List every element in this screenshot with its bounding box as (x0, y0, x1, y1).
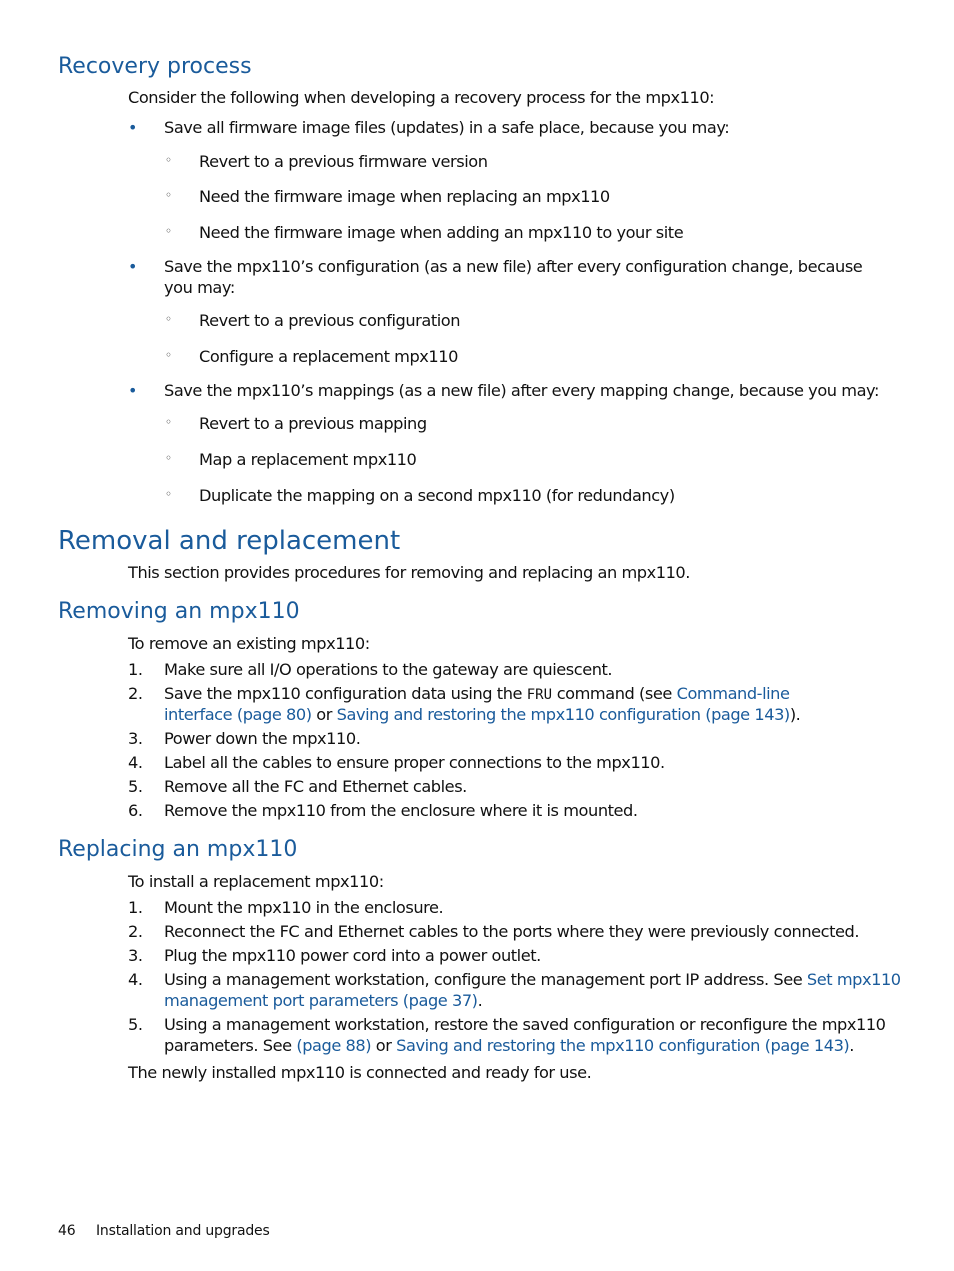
section-heading-replacing: Replacing an mpx110 (58, 837, 298, 862)
link-saving-restoring-config[interactable]: Saving and restoring the mpx110 configur… (337, 705, 791, 724)
removal-intro: This section provides procedures for rem… (128, 563, 690, 582)
step-text-continuation: parameters. See (page 88) or Saving and … (164, 1036, 854, 1055)
step-text: Using a management workstation, configur… (164, 970, 901, 989)
step-text: Save the mpx110 configuration data using… (164, 684, 790, 703)
sub-bullet-icon: ◦ (165, 451, 173, 465)
step-number: 5. (128, 1015, 143, 1034)
link-set-mgmt-port-params[interactable]: Set mpx110 (807, 970, 901, 989)
replacing-intro: To install a replacement mpx110: (128, 872, 384, 891)
sub-bullet-icon: ◦ (165, 312, 173, 326)
removing-intro: To remove an existing mpx110: (128, 634, 370, 653)
list-item: Save the mpx110’s configuration (as a ne… (164, 257, 863, 276)
step-text: Reconnect the FC and Ethernet cables to … (164, 922, 860, 941)
code-fru: FRU (526, 687, 553, 703)
step-number: 4. (128, 753, 143, 772)
step-number: 2. (128, 922, 143, 941)
bullet-icon: • (128, 257, 138, 276)
sub-list-item: Duplicate the mapping on a second mpx110… (199, 486, 675, 505)
step-number: 1. (128, 898, 143, 917)
sub-list-item: Configure a replacement mpx110 (199, 347, 458, 366)
link-command-line-interface-cont[interactable]: interface (page 80) (164, 705, 312, 724)
step-text: Using a management workstation, restore … (164, 1015, 886, 1034)
step-number: 5. (128, 777, 143, 796)
recovery-intro: Consider the following when developing a… (128, 88, 715, 107)
step-number: 6. (128, 801, 143, 820)
sub-list-item: Need the firmware image when replacing a… (199, 187, 610, 206)
link-saving-restoring-config[interactable]: Saving and restoring the mpx110 configur… (396, 1036, 850, 1055)
sub-list-item: Revert to a previous firmware version (199, 152, 488, 171)
sub-bullet-icon: ◦ (165, 224, 173, 238)
step-text: Remove all the FC and Ethernet cables. (164, 777, 467, 796)
list-item: Save the mpx110’s mappings (as a new fil… (164, 381, 880, 400)
sub-bullet-icon: ◦ (165, 348, 173, 362)
step-number: 2. (128, 684, 143, 703)
replacing-closing: The newly installed mpx110 is connected … (128, 1063, 592, 1082)
link-page-88[interactable]: (page 88) (296, 1036, 371, 1055)
chapter-title: Installation and upgrades (96, 1223, 270, 1239)
bullet-icon: • (128, 118, 138, 137)
sub-list-item: Revert to a previous mapping (199, 414, 427, 433)
page-number: 46 (58, 1223, 76, 1239)
step-text: Power down the mpx110. (164, 729, 361, 748)
sub-bullet-icon: ◦ (165, 188, 173, 202)
sub-list-item: Map a replacement mpx110 (199, 450, 417, 469)
section-heading-recovery-process: Recovery process (58, 54, 252, 79)
step-number: 3. (128, 729, 143, 748)
step-text-continuation: management port parameters (page 37). (164, 991, 483, 1010)
sub-bullet-icon: ◦ (165, 487, 173, 501)
step-text: Remove the mpx110 from the enclosure whe… (164, 801, 638, 820)
link-command-line-interface[interactable]: Command-line (677, 684, 790, 703)
section-heading-removing: Removing an mpx110 (58, 599, 300, 624)
sub-list-item: Need the firmware image when adding an m… (199, 223, 684, 242)
step-number: 3. (128, 946, 143, 965)
sub-bullet-icon: ◦ (165, 153, 173, 167)
step-text: Plug the mpx110 power cord into a power … (164, 946, 541, 965)
step-number: 4. (128, 970, 143, 989)
step-text: Make sure all I/O operations to the gate… (164, 660, 613, 679)
bullet-icon: • (128, 381, 138, 400)
step-text: Label all the cables to ensure proper co… (164, 753, 665, 772)
step-text: Mount the mpx110 in the enclosure. (164, 898, 444, 917)
list-item-continuation: you may: (164, 278, 235, 297)
step-text-continuation: interface (page 80) or Saving and restor… (164, 705, 801, 724)
link-set-mgmt-port-params-cont[interactable]: management port parameters (page 37) (164, 991, 478, 1010)
section-heading-removal-replacement: Removal and replacement (58, 526, 401, 556)
sub-list-item: Revert to a previous configuration (199, 311, 461, 330)
step-number: 1. (128, 660, 143, 679)
sub-bullet-icon: ◦ (165, 415, 173, 429)
list-item: Save all firmware image files (updates) … (164, 118, 730, 137)
